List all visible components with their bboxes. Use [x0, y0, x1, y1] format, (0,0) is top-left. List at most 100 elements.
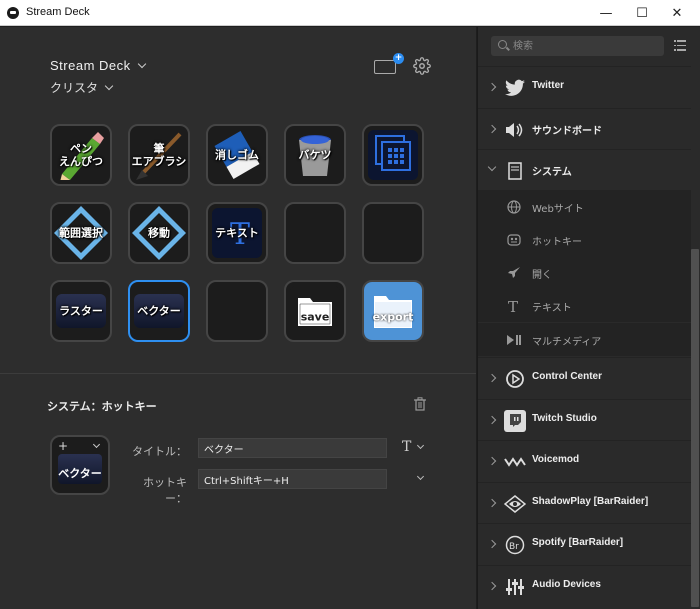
category-spotify-barraider[interactable]: Br Spotify [BarRaider] [478, 523, 691, 564]
search-box[interactable] [491, 36, 664, 56]
chevron-down-icon[interactable] [92, 440, 101, 449]
chevron-down-icon[interactable] [416, 472, 425, 481]
key-3-1[interactable]: ラスター [50, 280, 112, 342]
action-label: Webサイト [532, 203, 584, 215]
key-3-2[interactable]: ベクター [128, 280, 190, 342]
canvas-panel: Stream Deck クリスタ + ペン えんぴつ 筆 エアブラシ 消しゴム バケツ… [0, 27, 476, 609]
key-title: 消しゴム [215, 148, 259, 162]
key-title: バケツ [298, 148, 332, 162]
list-view-icon[interactable] [674, 40, 686, 51]
hotkey-icon [506, 232, 522, 248]
category-voicemod[interactable]: Voicemod [478, 440, 691, 481]
plus-badge-icon: + [393, 53, 404, 64]
chevron-right-icon[interactable] [487, 415, 497, 424]
key-2-3[interactable]: T テキスト [206, 202, 268, 264]
key-1-1[interactable]: ペン えんぴつ [50, 124, 112, 186]
category-label: Audio Devices [532, 578, 601, 590]
trash-icon[interactable] [414, 397, 426, 411]
key-title: 範囲選択 [59, 226, 103, 240]
action-item[interactable]: Webサイト [478, 189, 691, 223]
key-image [212, 286, 262, 336]
profile-selector[interactable]: クリスタ [50, 79, 114, 96]
chevron-down-icon[interactable] [487, 162, 497, 172]
category-shadowplay-barraider[interactable]: ShadowPlay [BarRaider] [478, 481, 691, 523]
action-label: ホットキー [532, 236, 582, 248]
key-title: 筆 エアブラシ [131, 142, 187, 168]
category-label: Twitch Studio [532, 412, 597, 424]
rocket-icon [506, 265, 522, 281]
device-selector[interactable]: Stream Deck [50, 58, 146, 73]
add-state-icon[interactable]: + [58, 439, 68, 453]
barraider-icon: Br [504, 534, 526, 556]
chevron-right-icon[interactable] [487, 82, 497, 92]
key-3-3[interactable] [206, 280, 268, 342]
key-title: 移動 [148, 226, 170, 240]
text-format-icon[interactable]: T [402, 439, 411, 455]
category-label: Twitter [532, 80, 565, 91]
chevron-right-icon[interactable] [487, 456, 497, 466]
chevron-right-icon[interactable] [487, 539, 497, 549]
globe-icon [506, 199, 522, 215]
actions-sidebar: Twitter サウンドボードシステム Webサイトホットキー開く T テキストマルチメ… [477, 27, 700, 609]
mixer-icon [504, 576, 526, 598]
hotkey-field[interactable] [198, 469, 387, 489]
gear-icon[interactable] [413, 57, 431, 75]
category-twitter[interactable]: Twitter [478, 66, 691, 107]
key-3-5[interactable]: export [362, 280, 424, 342]
key-1-2[interactable]: 筆 エアブラシ [128, 124, 190, 186]
key-2-1[interactable]: 範囲選択 [50, 202, 112, 264]
category-audio-devices[interactable]: Audio Devices [478, 564, 691, 606]
key-3-4[interactable]: save [284, 280, 346, 342]
multimedia-icon [506, 332, 522, 348]
key-title: export [372, 310, 414, 324]
action-item[interactable]: 開く [478, 256, 691, 290]
elgato-icon [504, 368, 526, 390]
nvidia-icon [504, 493, 526, 515]
device-name: Stream Deck [50, 58, 131, 73]
window-title: Stream Deck [26, 6, 90, 18]
key-2-2[interactable]: 移動 [128, 202, 190, 264]
action-item[interactable]: T テキスト [478, 289, 691, 323]
key-image [368, 208, 418, 258]
key-1-5[interactable] [362, 124, 424, 186]
category-label: システム [532, 167, 572, 178]
selected-key-preview[interactable]: + ベクター [50, 435, 110, 495]
scrollbar[interactable] [691, 249, 699, 607]
add-device-keyboard-icon[interactable]: + [374, 53, 404, 74]
svg-text:T: T [508, 299, 518, 313]
key-2-5[interactable] [362, 202, 424, 264]
key-title: ラスター [59, 304, 103, 318]
twitch-icon [504, 409, 526, 432]
category-label: Spotify [BarRaider] [532, 537, 624, 548]
key-2-4[interactable] [284, 202, 346, 264]
divider [0, 373, 476, 374]
stream-deck-logo-icon [7, 7, 19, 19]
chevron-right-icon[interactable] [487, 498, 497, 507]
close-button[interactable]: ✕ [654, 0, 700, 26]
category-control-center[interactable]: Control Center [478, 357, 691, 398]
key-1-4[interactable]: バケツ [284, 124, 346, 186]
profile-name: クリスタ [50, 81, 99, 95]
category-twitch-studio[interactable]: Twitch Studio [478, 398, 691, 440]
category-label: Control Center [532, 371, 602, 382]
search-input[interactable] [513, 38, 653, 54]
action-label: マルチメディア [532, 336, 602, 348]
action-item[interactable]: ホットキー [478, 222, 691, 256]
chevron-right-icon[interactable] [487, 124, 497, 133]
chevron-right-icon[interactable] [487, 581, 497, 590]
chevron-right-icon[interactable] [487, 373, 497, 383]
category-label: サウンドボード [532, 125, 602, 137]
title-field[interactable] [198, 438, 387, 458]
category-label: Voicemod [532, 454, 580, 465]
action-item[interactable]: マルチメディア [478, 322, 691, 356]
chevron-down-icon[interactable] [416, 441, 425, 450]
twitter-icon [504, 77, 526, 99]
title-bar: Stream Deck — ☐ ✕ [0, 0, 700, 26]
category-[interactable]: システム [478, 149, 691, 190]
voicemod-icon [504, 451, 526, 473]
property-inspector-title: システム：ホットキー [47, 400, 157, 413]
category-[interactable]: サウンドボード [478, 107, 691, 149]
key-title: テキスト [215, 226, 259, 240]
text-icon: T [506, 298, 522, 314]
key-1-3[interactable]: 消しゴム [206, 124, 268, 186]
